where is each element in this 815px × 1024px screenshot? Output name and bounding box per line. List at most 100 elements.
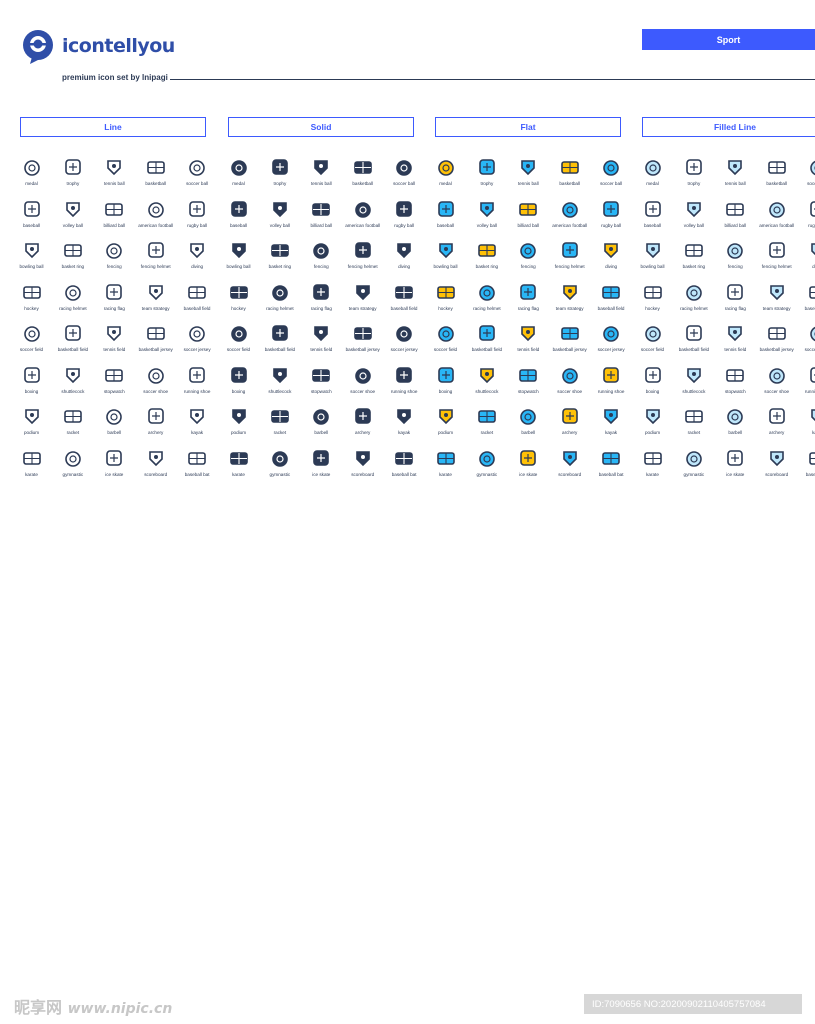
icon-tile-tennis-ball[interactable]: tennis ball [94,156,135,197]
icon-tile-billiard-ball[interactable]: billiard ball [94,198,135,239]
icon-tile-basketball-field[interactable]: basketball field [52,322,93,363]
icon-tile-ice-skate[interactable]: ice skate [715,447,756,488]
icon-tile-baseball[interactable]: baseball [425,198,466,239]
icon-tile-baseball-field[interactable]: baseball field [798,281,815,322]
icon-tile-basketball-field[interactable]: basketball field [259,322,300,363]
icon-tile-fencing[interactable]: fencing [508,239,549,280]
icon-tile-team-strategy[interactable]: team strategy [756,281,797,322]
icon-tile-hockey[interactable]: hockey [425,281,466,322]
category-sport-button[interactable]: Sport [642,29,815,50]
icon-tile-soccer-ball[interactable]: soccer ball [384,156,425,197]
icon-tile-shuttlecock[interactable]: shuttlecock [52,364,93,405]
icon-tile-scoreboard[interactable]: scoreboard [549,447,590,488]
icon-tile-tennis-field[interactable]: tennis field [508,322,549,363]
icon-tile-baseball-field[interactable]: baseball field [591,281,632,322]
icon-tile-tennis-field[interactable]: tennis field [301,322,342,363]
icon-tile-shuttlecock[interactable]: shuttlecock [673,364,714,405]
icon-tile-baseball-field[interactable]: baseball field [384,281,425,322]
icon-tile-archery[interactable]: archery [342,405,383,446]
icon-tile-shuttlecock[interactable]: shuttlecock [259,364,300,405]
icon-tile-tennis-ball[interactable]: tennis ball [301,156,342,197]
icon-tile-team-strategy[interactable]: team strategy [549,281,590,322]
icon-tile-tennis-ball[interactable]: tennis ball [508,156,549,197]
icon-tile-fencing[interactable]: fencing [94,239,135,280]
icon-tile-baseball-bat[interactable]: baseball bat [177,447,218,488]
icon-tile-boxing[interactable]: boxing [11,364,52,405]
icon-tile-rugby-ball[interactable]: rugby ball [177,198,218,239]
icon-tile-billiard-ball[interactable]: billiard ball [508,198,549,239]
icon-tile-racket[interactable]: racket [52,405,93,446]
icon-tile-basket-ring[interactable]: basket ring [466,239,507,280]
icon-tile-soccer-ball[interactable]: soccer ball [177,156,218,197]
icon-tile-soccer-field[interactable]: soccer field [425,322,466,363]
icon-tile-tennis-ball[interactable]: tennis ball [715,156,756,197]
icon-tile-trophy[interactable]: trophy [466,156,507,197]
icon-tile-barbell[interactable]: barbell [715,405,756,446]
icon-tile-barbell[interactable]: barbell [301,405,342,446]
icon-tile-medal[interactable]: medal [11,156,52,197]
icon-tile-running-shoe[interactable]: running shoe [591,364,632,405]
icon-tile-basketball-field[interactable]: basketball field [673,322,714,363]
icon-tile-rugby-ball[interactable]: rugby ball [798,198,815,239]
icon-tile-baseball-field[interactable]: baseball field [177,281,218,322]
icon-tile-basketball[interactable]: basketball [135,156,176,197]
icon-tile-bowling-ball[interactable]: bowling ball [425,239,466,280]
icon-tile-kayak[interactable]: kayak [177,405,218,446]
icon-tile-scoreboard[interactable]: scoreboard [342,447,383,488]
icon-tile-soccer-shoe[interactable]: soccer shoe [342,364,383,405]
icon-tile-kayak[interactable]: kayak [591,405,632,446]
icon-tile-archery[interactable]: archery [549,405,590,446]
icon-tile-podium[interactable]: podium [425,405,466,446]
icon-tile-barbell[interactable]: barbell [508,405,549,446]
icon-tile-gymnastic[interactable]: gymnastic [673,447,714,488]
icon-tile-stopwatch[interactable]: stopwatch [508,364,549,405]
icon-tile-running-shoe[interactable]: running shoe [177,364,218,405]
icon-tile-racing-flag[interactable]: racing flag [715,281,756,322]
icon-tile-baseball-bat[interactable]: baseball bat [591,447,632,488]
icon-tile-trophy[interactable]: trophy [52,156,93,197]
icon-tile-stopwatch[interactable]: stopwatch [301,364,342,405]
icon-tile-billiard-ball[interactable]: billiard ball [715,198,756,239]
icon-tile-gymnastic[interactable]: gymnastic [259,447,300,488]
icon-tile-soccer-jersey[interactable]: soccer jersey [798,322,815,363]
icon-tile-running-shoe[interactable]: running shoe [384,364,425,405]
icon-tile-medal[interactable]: medal [425,156,466,197]
icon-tile-american-football[interactable]: american football [135,198,176,239]
icon-tile-scoreboard[interactable]: scoreboard [756,447,797,488]
icon-tile-boxing[interactable]: boxing [632,364,673,405]
icon-tile-podium[interactable]: podium [11,405,52,446]
icon-tile-bowling-ball[interactable]: bowling ball [11,239,52,280]
icon-tile-running-shoe[interactable]: running shoe [798,364,815,405]
icon-tile-podium[interactable]: podium [632,405,673,446]
icon-tile-tennis-field[interactable]: tennis field [94,322,135,363]
icon-tile-diving[interactable]: diving [798,239,815,280]
icon-tile-ice-skate[interactable]: ice skate [301,447,342,488]
icon-tile-gymnastic[interactable]: gymnastic [466,447,507,488]
icon-tile-racing-helmet[interactable]: racing helmet [52,281,93,322]
icon-tile-soccer-shoe[interactable]: soccer shoe [549,364,590,405]
icon-tile-basketball-jersey[interactable]: basketball jersey [756,322,797,363]
icon-tile-soccer-ball[interactable]: soccer ball [591,156,632,197]
icon-tile-basketball[interactable]: basketball [549,156,590,197]
icon-tile-american-football[interactable]: american football [342,198,383,239]
icon-tile-baseball[interactable]: baseball [218,198,259,239]
tab-line[interactable]: Line [20,117,206,137]
icon-tile-american-football[interactable]: american football [756,198,797,239]
icon-tile-boxing[interactable]: boxing [425,364,466,405]
icon-tile-volley-ball[interactable]: volley ball [466,198,507,239]
icon-tile-stopwatch[interactable]: stopwatch [94,364,135,405]
icon-tile-hockey[interactable]: hockey [11,281,52,322]
icon-tile-scoreboard[interactable]: scoreboard [135,447,176,488]
icon-tile-racing-helmet[interactable]: racing helmet [466,281,507,322]
icon-tile-basketball-jersey[interactable]: basketball jersey [135,322,176,363]
icon-tile-volley-ball[interactable]: volley ball [52,198,93,239]
icon-tile-basket-ring[interactable]: basket ring [52,239,93,280]
icon-tile-bowling-ball[interactable]: bowling ball [218,239,259,280]
icon-tile-soccer-shoe[interactable]: soccer shoe [135,364,176,405]
icon-tile-bowling-ball[interactable]: bowling ball [632,239,673,280]
icon-tile-medal[interactable]: medal [218,156,259,197]
icon-tile-basketball-field[interactable]: basketball field [466,322,507,363]
icon-tile-basketball[interactable]: basketball [756,156,797,197]
icon-tile-racing-flag[interactable]: racing flag [301,281,342,322]
icon-tile-fencing-helmet[interactable]: fencing helmet [756,239,797,280]
